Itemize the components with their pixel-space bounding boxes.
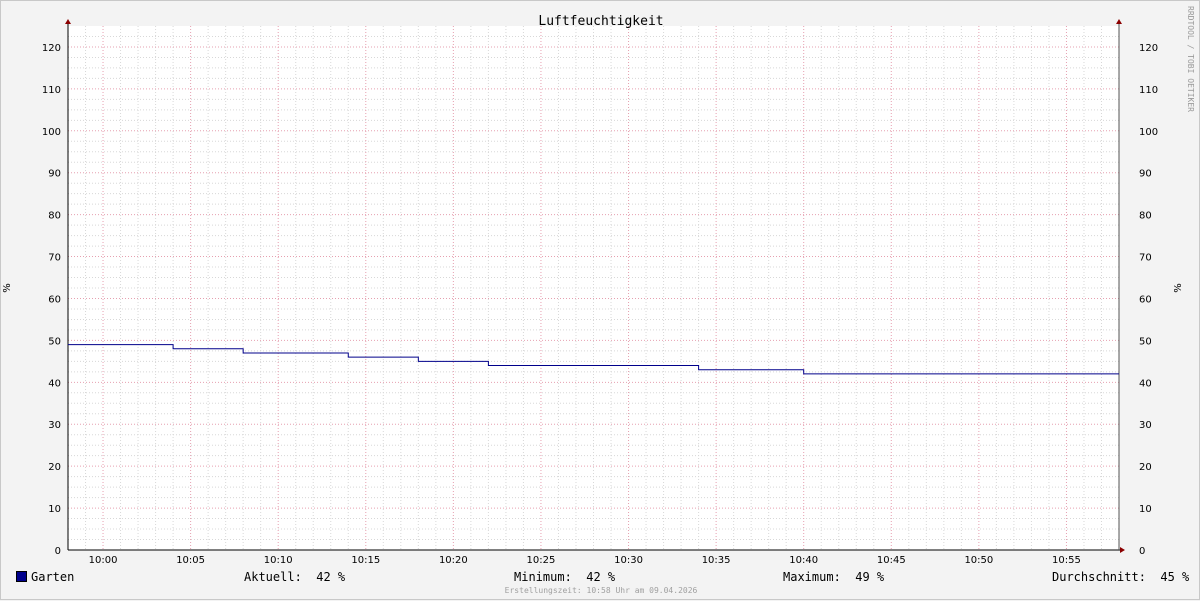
y-tick-label-left: 50 xyxy=(48,336,61,347)
x-tick-label: 10:45 xyxy=(877,555,906,566)
x-tick-label: 10:40 xyxy=(789,555,818,566)
y-axis-label-right: % xyxy=(1173,283,1184,293)
chart-frame: 0 0 10 10 20 20 30 30 40 40 50 50 60 60 70 70 80 80 90 90 10… xyxy=(0,0,1200,600)
legend-durchschnitt: Durchschnitt: 45 % xyxy=(1052,570,1190,584)
y-tick-label-left: 40 xyxy=(48,378,61,389)
y-axis-left-arrow xyxy=(65,19,71,24)
y-tick-label-right: 0 xyxy=(1139,546,1145,557)
x-tick-label: 10:15 xyxy=(351,555,380,566)
y-axis-right-arrow xyxy=(1116,19,1122,24)
x-tick-label: 10:30 xyxy=(614,555,643,566)
y-tick-label-right: 110 xyxy=(1139,85,1158,96)
x-tick-label: 10:25 xyxy=(527,555,556,566)
chart-title: Luftfeuchtigkeit xyxy=(538,14,663,29)
creation-timestamp: Erstellungszeit: 10:58 Uhr am 09.04.2026 xyxy=(504,586,698,595)
y-tick-label-left: 20 xyxy=(48,462,61,473)
y-tick-label-left: 100 xyxy=(42,127,61,138)
y-tick-label-right: 50 xyxy=(1139,336,1152,347)
legend-minimum: Minimum: 42 % xyxy=(514,570,616,584)
x-axis-arrow xyxy=(1120,547,1125,553)
y-tick-label-right: 70 xyxy=(1139,253,1152,264)
legend-maximum: Maximum: 49 % xyxy=(783,570,885,584)
legend-swatch-garten xyxy=(16,571,27,582)
y-tick-label-left: 70 xyxy=(48,253,61,264)
y-tick-label-left: 10 xyxy=(48,504,61,515)
y-tick-label-left: 80 xyxy=(48,211,61,222)
y-tick-label-left: 30 xyxy=(48,420,61,431)
y-tick-label-right: 120 xyxy=(1139,43,1158,54)
y-tick-label-right: 80 xyxy=(1139,211,1152,222)
legend-aktuell: Aktuell: 42 % xyxy=(244,570,346,584)
rrdtool-credit: RRDTOOL / TOBI OETIKER xyxy=(1186,6,1195,112)
x-tick-label: 10:20 xyxy=(439,555,468,566)
y-axis-label-left: % xyxy=(2,283,13,293)
y-tick-label-right: 60 xyxy=(1139,294,1152,305)
y-tick-label-right: 30 xyxy=(1139,420,1152,431)
chart-svg: 0 0 10 10 20 20 30 30 40 40 50 50 60 60 70 70 80 80 90 90 10… xyxy=(2,6,1195,566)
y-tick-label-right: 20 xyxy=(1139,462,1152,473)
x-tick-label: 10:05 xyxy=(176,555,205,566)
x-tick-label: 10:55 xyxy=(1052,555,1081,566)
y-tick-label-left: 60 xyxy=(48,294,61,305)
y-tick-label-right: 40 xyxy=(1139,378,1152,389)
legend-series-label: Garten xyxy=(31,570,75,584)
x-tick-label: 10:00 xyxy=(89,555,118,566)
y-tick-label-left: 120 xyxy=(42,43,61,54)
y-tick-label-left: 110 xyxy=(42,85,61,96)
y-tick-label-right: 10 xyxy=(1139,504,1152,515)
x-tick-label: 10:35 xyxy=(702,555,731,566)
x-tick-label: 10:10 xyxy=(264,555,293,566)
y-tick-label-right: 100 xyxy=(1139,127,1158,138)
y-tick-label-left: 90 xyxy=(48,169,61,180)
x-tick-label: 10:50 xyxy=(964,555,993,566)
y-tick-label-right: 90 xyxy=(1139,169,1152,180)
y-tick-label-left: 0 xyxy=(55,546,61,557)
